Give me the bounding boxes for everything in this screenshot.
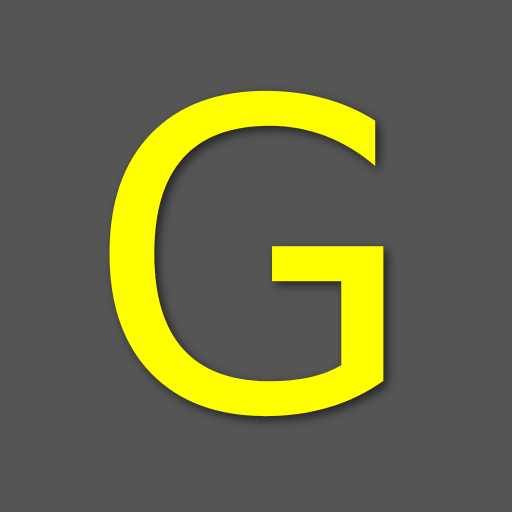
- letter-graphic: G: [0, 0, 512, 512]
- letter-g: G: [85, 12, 418, 512]
- letter-tile-icon: G: [0, 0, 512, 512]
